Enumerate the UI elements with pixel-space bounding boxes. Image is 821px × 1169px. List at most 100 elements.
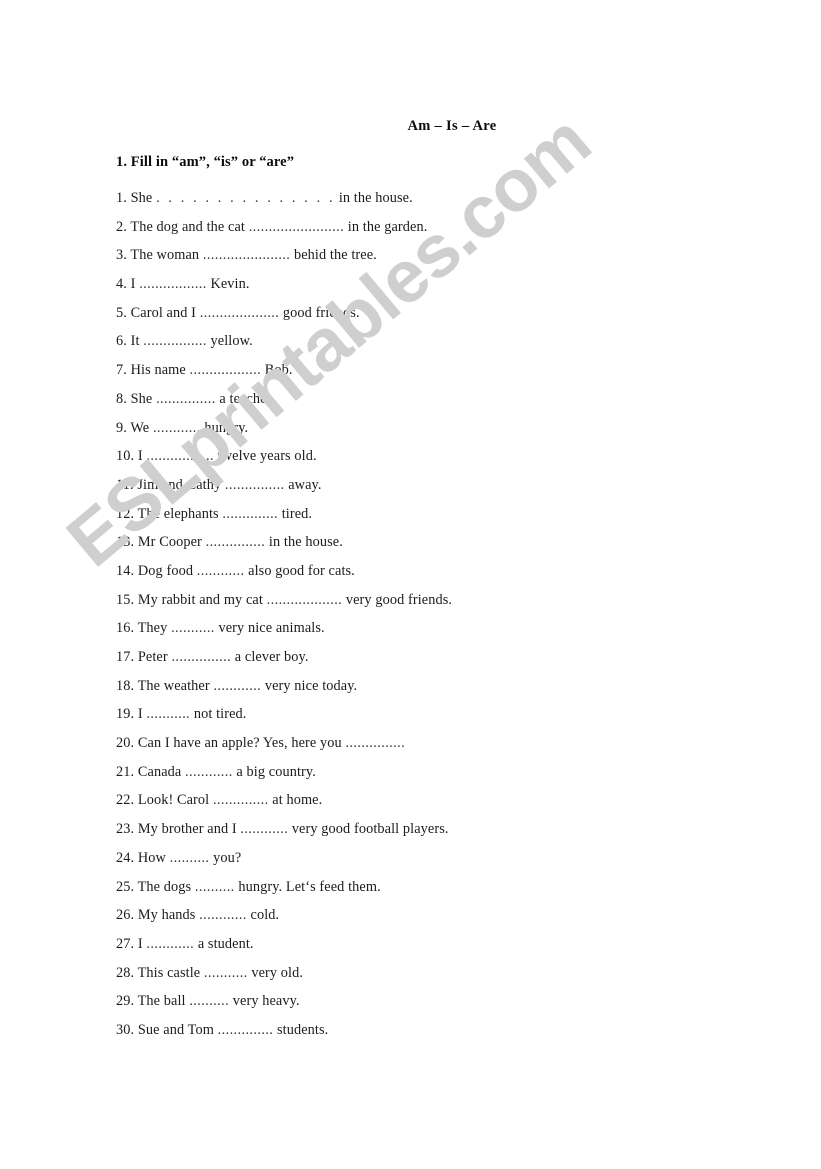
item-number: 25. [116,878,135,895]
item-text-after-blank: in the house. [268,534,343,551]
item-number: 24. [116,849,135,866]
answer-blank[interactable]: .............. [222,506,278,522]
item-text-before-blank: She [130,190,153,206]
item-text-after-blank: very good friends. [345,591,453,608]
item-text-after-blank: good friends. [282,304,360,321]
item-number: 29. [116,993,135,1010]
answer-blank[interactable]: ................. [146,448,214,464]
exercise-item: 6. It ................ yellow. [116,327,796,356]
item-text-before-blank: I [137,706,143,723]
exercise-item: 8. She ............... a teacher. [116,385,796,414]
item-text-after-blank: you? [213,849,242,866]
answer-blank[interactable]: ............ [197,563,245,579]
exercise-item: 20. Can I have an apple? Yes, here you .… [116,729,796,758]
item-text-after-blank: also good for cats. [248,562,355,579]
item-text-before-blank: How [137,849,166,866]
answer-blank[interactable]: ............... [156,391,216,407]
item-number: 23. [116,821,135,838]
item-text-before-blank: The ball [137,993,186,1010]
page-title: Am – Is – Are [407,118,497,134]
exercise-item: 28. This castle ........... very old. [116,959,796,988]
item-number: 27. [116,935,135,952]
item-number: 4. [116,276,127,293]
item-number: 9. [116,419,127,436]
answer-blank[interactable]: ............ [199,907,247,923]
exercise-item: 10. I ................. twelve years old… [116,442,796,471]
item-text-after-blank: hungry. Let‘s feed them. [238,878,381,895]
answer-blank[interactable]: .............. [218,1022,274,1038]
item-text-after-blank: a big country. [236,763,316,780]
item-text-before-blank: They [137,620,168,637]
answer-blank[interactable]: ................ [143,333,207,349]
item-text-after-blank: very nice today. [264,677,358,694]
answer-blank[interactable]: ........................ [249,219,344,235]
exercise-item: 15. My rabbit and my cat ...............… [116,586,796,615]
answer-blank[interactable]: ............... [206,534,266,550]
item-text-before-blank: His name [130,362,186,379]
exercise-item: 7. His name .................. Bob. [116,356,796,385]
exercise-item: 1. She . . . . . . . . . . . . . . . in … [116,184,796,213]
item-number: 11. [116,476,134,493]
exercise-item-list: 1. She . . . . . . . . . . . . . . . in … [116,184,796,1045]
worksheet-page: Am – Is – Are 1. Fill in “am”, “is” or “… [0,0,821,1169]
answer-blank[interactable]: ............... [345,735,405,751]
item-text-before-blank: Carol and I [130,304,197,321]
exercise-item: 29. The ball .......... very heavy. [116,987,796,1016]
item-text-before-blank: Can I have an apple? Yes, here you [137,735,342,752]
answer-blank[interactable]: ............ [146,936,194,952]
answer-blank[interactable]: ........... [171,620,215,636]
item-text-after-blank: students. [276,1021,329,1038]
item-number: 7. [116,362,127,379]
item-text-after-blank: very good football players. [291,821,449,838]
answer-blank[interactable]: ............ [185,764,233,780]
item-text-before-blank: Jim and Cathy [137,476,222,493]
answer-blank[interactable]: .......... [170,850,210,866]
answer-blank[interactable]: ............ [153,420,201,436]
answer-blank[interactable]: .............. [213,792,269,808]
item-text-after-blank: a student. [197,935,254,952]
item-text-after-blank: twelve years old. [217,448,317,465]
answer-blank[interactable]: ................... [267,592,343,608]
answer-blank[interactable]: .................... [200,305,279,321]
exercise-item: 17. Peter ............... a clever boy. [116,643,796,672]
answer-blank[interactable]: . . . . . . . . . . . . . . . [156,190,335,206]
item-text-before-blank: Peter [137,649,168,665]
item-number: 15. [116,591,135,608]
exercise-item: 27. I ............ a student. [116,930,796,959]
item-number: 12. [116,505,135,522]
item-text-before-blank: Canada [137,763,182,780]
answer-blank[interactable]: .......... [189,993,229,1009]
item-text-after-blank: in the house. [338,190,413,206]
answer-blank[interactable]: .................. [190,362,262,378]
answer-blank[interactable]: ...................... [203,247,290,263]
exercise-item: 4. I ................. Kevin. [116,270,796,299]
item-text-before-blank: My brother and I [137,821,237,838]
exercise-item: 26. My hands ............ cold. [116,901,796,930]
answer-blank[interactable]: ................. [139,276,207,292]
item-number: 6. [116,333,127,350]
item-text-before-blank: I [137,448,143,465]
item-text-after-blank: at home. [272,792,323,809]
item-text-before-blank: Mr Cooper [137,534,202,551]
item-text-after-blank: cold. [250,907,280,924]
item-number: 13. [116,534,135,551]
answer-blank[interactable]: ............ [240,821,288,837]
item-text-before-blank: My hands [137,907,196,924]
item-text-before-blank: My rabbit and my cat [137,591,263,608]
item-number: 8. [116,390,127,407]
answer-blank[interactable]: ........... [146,706,190,722]
answer-blank[interactable]: ........... [204,965,248,981]
answer-blank[interactable]: .......... [195,879,235,895]
answer-blank[interactable]: ............... [225,477,285,493]
exercise-item: 30. Sue and Tom .............. students. [116,1016,796,1045]
item-text-before-blank: This castle [137,964,201,981]
item-text-after-blank: a teacher. [219,390,275,407]
item-text-before-blank: She [130,390,153,407]
answer-blank[interactable]: ............... [171,649,231,665]
item-number: 2. [116,218,127,235]
item-text-before-blank: Sue and Tom [137,1021,214,1038]
answer-blank[interactable]: ............ [213,678,261,694]
exercise-item: 3. The woman ...................... behi… [116,241,796,270]
item-text-after-blank: yellow. [210,333,253,350]
item-text-before-blank: I [137,935,143,952]
